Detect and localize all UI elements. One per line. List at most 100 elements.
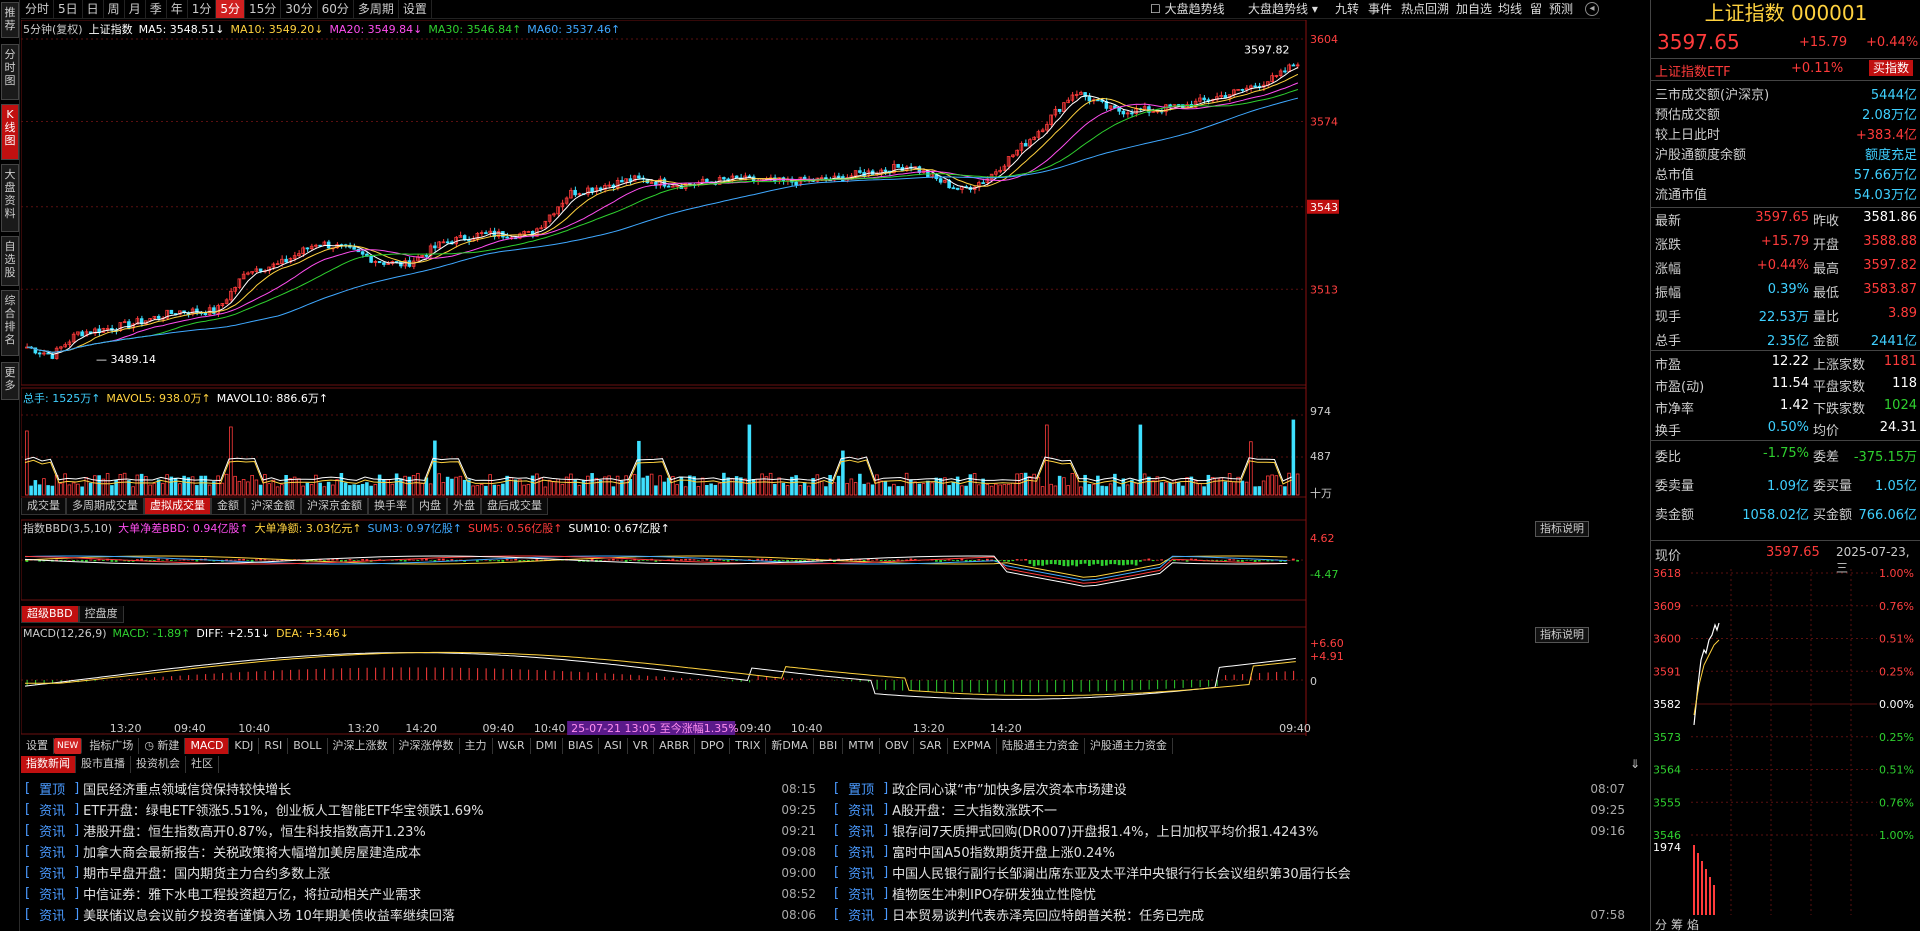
- volume-tab-2[interactable]: 虚拟成交量: [144, 498, 211, 515]
- left-tab-1[interactable]: 分时图: [1, 44, 19, 100]
- volume-tab-1[interactable]: 多周期成交量: [66, 498, 144, 515]
- news-tab-3[interactable]: 社区: [186, 756, 219, 773]
- indicator-tab-20[interactable]: BBI: [814, 738, 844, 754]
- download-icon[interactable]: ⇓: [1630, 757, 1640, 771]
- zoom-out-icon[interactable]: ◂: [1585, 2, 1599, 16]
- indicator-tab-14[interactable]: ASI: [599, 738, 628, 754]
- indicator-tab-22[interactable]: OBV: [880, 738, 915, 754]
- ma-line-button[interactable]: 均线: [1498, 0, 1522, 18]
- indicator-tab-24[interactable]: EXPMA: [948, 738, 997, 754]
- indicator-tab-9[interactable]: 沪深涨停数: [394, 738, 460, 754]
- indicator-tab-16[interactable]: ARBR: [654, 738, 696, 754]
- trend-line-checkbox[interactable]: ☐ 大盘趋势线: [1150, 0, 1225, 18]
- add-favorite-button[interactable]: 加自选: [1456, 0, 1492, 18]
- news-item[interactable]: [资讯] 银存间7天质押式回购(DR007)开盘报1.4%，上日加权平均价报1.4…: [830, 820, 1625, 841]
- news-item[interactable]: [资讯] 植物医生冲刺IPO存研发独立性隐忧: [830, 883, 1625, 904]
- indicator-tab-5[interactable]: KDJ: [229, 738, 260, 754]
- volume-tab-8[interactable]: 外盘: [447, 498, 481, 515]
- left-tab-4[interactable]: 自选股: [1, 236, 19, 286]
- indicator-tab-8[interactable]: 沪深上涨数: [328, 738, 394, 754]
- news-item[interactable]: [资讯] 中信证券：雅下水电工程投资超万亿，将拉动相关产业需求 08:52: [21, 883, 816, 904]
- mini-tab-0[interactable]: 分: [1655, 918, 1667, 931]
- trend-line-dropdown[interactable]: 大盘趋势线 ▾: [1248, 0, 1318, 18]
- intraday-mini-chart[interactable]: 3618 1.00% 3609 0.76% 3600 0.51% 3591 0.25% 3582…: [1651, 565, 1920, 931]
- volume-tab-9[interactable]: 盘后成交量: [481, 498, 548, 515]
- news-item[interactable]: [资讯] 期市早盘开盘：国内期货主力合约多数上涨 09:00: [21, 862, 816, 883]
- period-8[interactable]: 5分: [216, 0, 246, 18]
- news-tab-1[interactable]: 股市直播: [76, 756, 131, 773]
- period-5[interactable]: 季: [146, 0, 167, 18]
- period-0[interactable]: 分时: [21, 0, 55, 18]
- news-item[interactable]: [置顶] 政企同心谋“市”加快多层次资本市场建设 08:07: [830, 778, 1625, 799]
- period-6[interactable]: 年: [167, 0, 188, 18]
- buy-index-button[interactable]: 买指数: [1869, 60, 1914, 76]
- news-item[interactable]: [资讯] 中国人民银行副行长邹澜出席东亚及太平洋中央银行行长会议组织第30届行长会: [830, 862, 1625, 883]
- indicator-tab-3[interactable]: ◷ 新建: [139, 738, 186, 754]
- news-item[interactable]: [资讯] ETF开盘：绿电ETF领涨5.51%，创业板人工智能ETF华宝领跌1.6…: [21, 799, 816, 820]
- indicator-tab-13[interactable]: BIAS: [563, 738, 600, 754]
- forecast-button[interactable]: 预测: [1549, 0, 1573, 18]
- etf-link[interactable]: 上证指数ETF: [1655, 61, 1731, 80]
- news-item[interactable]: [置顶] 国民经济重点领域信贷保持较快增长 08:15: [21, 778, 816, 799]
- indicator-tab-7[interactable]: BOLL: [288, 738, 328, 754]
- period-4[interactable]: 月: [125, 0, 146, 18]
- indicator-tab-21[interactable]: MTM: [843, 738, 880, 754]
- indicator-tab-1[interactable]: NEW: [54, 738, 83, 754]
- macd-explain-button[interactable]: 指标说明: [1535, 627, 1589, 643]
- volume-tab-4[interactable]: 沪深金额: [245, 498, 301, 515]
- indicator-tab-26[interactable]: 沪股通主力资金: [1085, 738, 1173, 754]
- indicator-tab-25[interactable]: 陆股通主力资金: [997, 738, 1085, 754]
- mini-tab-2[interactable]: 焰: [1687, 917, 1699, 931]
- left-tab-5[interactable]: 综合排名: [1, 290, 19, 356]
- indicator-tab-0[interactable]: 设置: [21, 738, 54, 754]
- left-tab-2[interactable]: K线图: [1, 104, 19, 160]
- news-item[interactable]: [资讯] 加拿大商会最新报告：关税政策将大幅增加美房屋建造成本 09:08: [21, 841, 816, 862]
- indicator-tab-11[interactable]: W&R: [493, 738, 531, 754]
- news-item[interactable]: [资讯] A股开盘：三大指数涨跌不一 09:25: [830, 799, 1625, 820]
- indicator-tab-2[interactable]: 指标广场: [84, 738, 140, 754]
- news-item[interactable]: [资讯] 富时中国A50指数期货开盘上涨0.24%: [830, 841, 1625, 862]
- indicator-tab-10[interactable]: 主力: [460, 738, 493, 754]
- volume-tab-7[interactable]: 内盘: [413, 498, 447, 515]
- period-7[interactable]: 1分: [188, 0, 217, 18]
- news-item[interactable]: [资讯] 美联储议息会议前夕投资者谨慎入场 10年期美债收益率继续回落 08:06: [21, 904, 816, 925]
- volume-tab-5[interactable]: 沪深京金额: [301, 498, 368, 515]
- volume-tab-3[interactable]: 金额: [211, 498, 245, 515]
- nine-turn-button[interactable]: 九转: [1335, 0, 1359, 18]
- bbd-tab-1[interactable]: 控盘度: [78, 606, 124, 623]
- indicator-tab-15[interactable]: VR: [628, 738, 655, 754]
- period-1[interactable]: 5日: [54, 0, 83, 18]
- period-13[interactable]: 设置: [399, 0, 432, 18]
- indicator-tab-19[interactable]: 新DMA: [766, 738, 814, 754]
- indicator-tab-4[interactable]: MACD: [185, 738, 230, 754]
- volume-bar: [1181, 485, 1185, 496]
- keep-button[interactable]: 留: [1530, 0, 1542, 18]
- period-3[interactable]: 周: [104, 0, 125, 18]
- news-tab-0[interactable]: 指数新闻: [21, 756, 76, 773]
- left-tab-0[interactable]: 推荐: [1, 2, 19, 38]
- indicator-tab-18[interactable]: TRIX: [730, 738, 767, 754]
- news-item[interactable]: [资讯] 港股开盘：恒生指数高开0.87%，恒生科技指数高开1.23% 09:21: [21, 820, 816, 841]
- period-10[interactable]: 30分: [281, 0, 318, 18]
- left-tab-6[interactable]: 更多: [1, 362, 19, 400]
- volume-tab-6[interactable]: 换手率: [368, 498, 413, 515]
- period-9[interactable]: 15分: [245, 0, 282, 18]
- bbd-explain-button[interactable]: 指标说明: [1535, 521, 1589, 537]
- hot-review-button[interactable]: 热点回溯: [1401, 0, 1449, 18]
- bbd-tab-0[interactable]: 超级BBD: [21, 606, 79, 623]
- indicator-tab-12[interactable]: DMI: [531, 738, 563, 754]
- period-2[interactable]: 日: [83, 0, 104, 18]
- volume-tab-0[interactable]: 成交量: [21, 498, 66, 515]
- events-button[interactable]: 事件: [1368, 0, 1392, 18]
- bbd-bar: [1015, 559, 1019, 561]
- mini-tab-1[interactable]: 筹: [1671, 918, 1683, 931]
- left-tab-3[interactable]: 大盘资料: [1, 164, 19, 232]
- indicator-tab-23[interactable]: SAR: [914, 738, 948, 754]
- period-11[interactable]: 60分: [318, 0, 354, 18]
- indicator-tab-17[interactable]: DPO: [695, 738, 731, 754]
- news-tab-2[interactable]: 投资机会: [131, 756, 186, 773]
- period-12[interactable]: 多周期: [354, 0, 399, 18]
- indicator-tab-6[interactable]: RSI: [259, 738, 289, 754]
- info-row: 沪股通额度余额 额度充足: [1651, 144, 1920, 164]
- news-item[interactable]: [资讯] 日本贸易谈判代表赤泽亮回应特朗普关税：任务已完成 07:58: [830, 904, 1625, 925]
